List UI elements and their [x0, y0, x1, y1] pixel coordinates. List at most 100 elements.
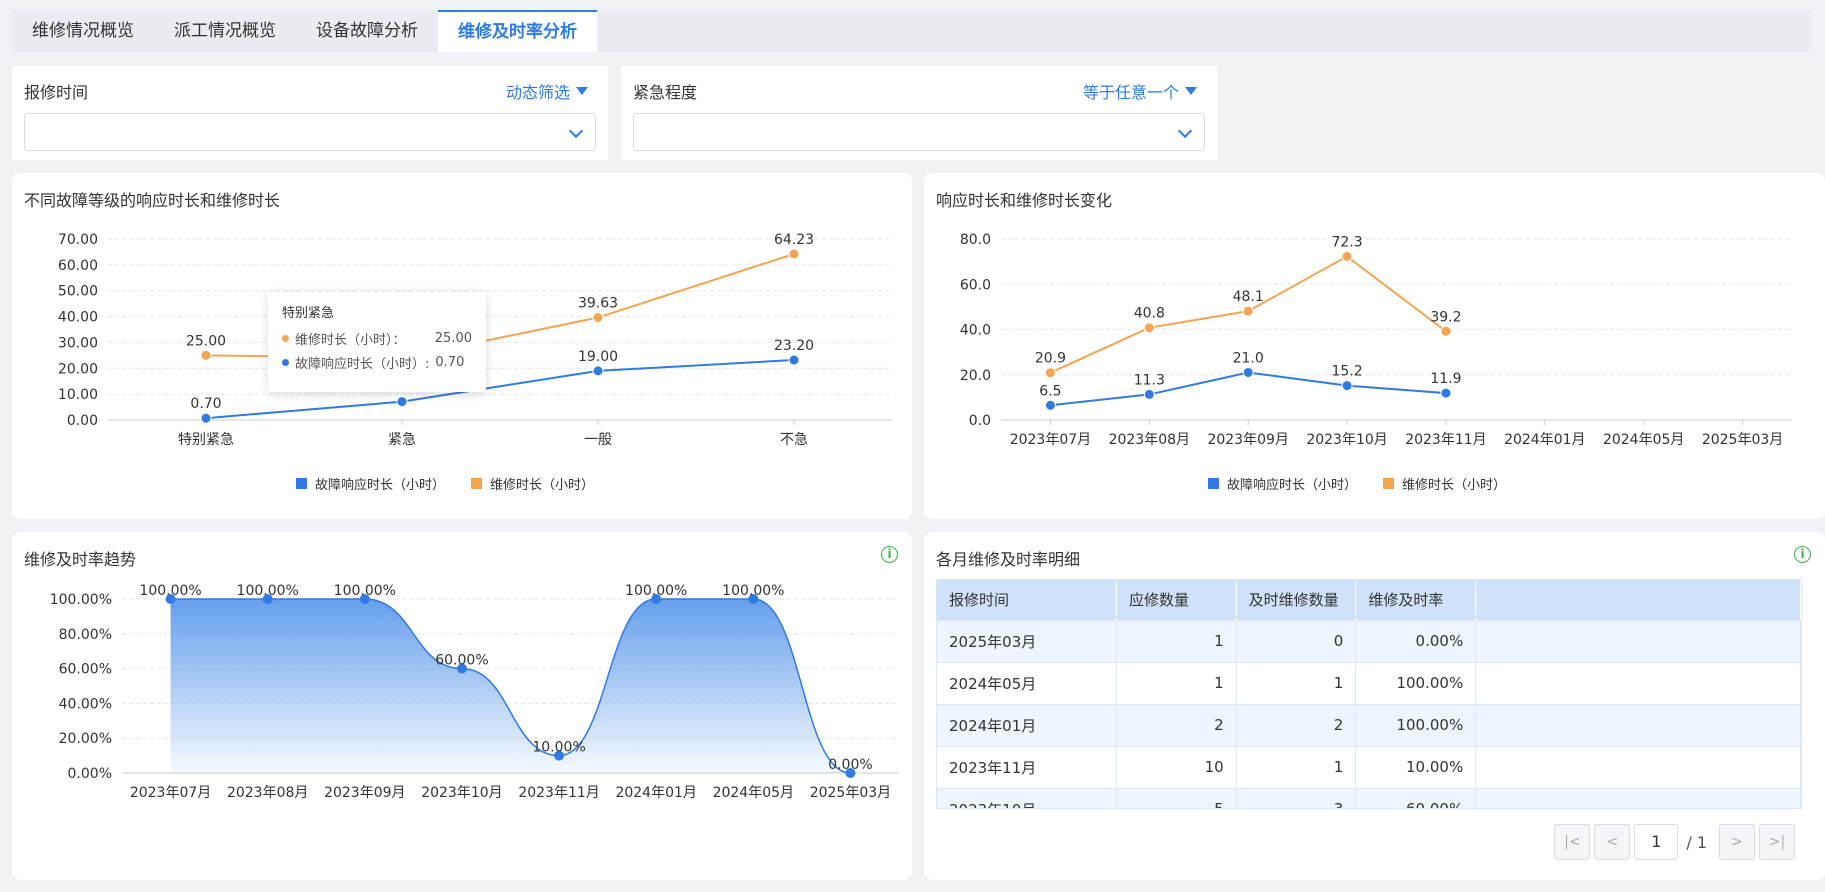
table-row[interactable]: 2023年11月 10 1 10.00%: [937, 745, 1801, 788]
data-point: [1440, 387, 1452, 399]
tab-timeliness-analysis[interactable]: 维修及时率分析: [438, 10, 597, 52]
chevron-down-icon: [568, 123, 584, 139]
chart-by-month: 0.0 20.0 40.0 60.0 80.0 2023年07月 2023年08月 2023年…: [960, 232, 1792, 448]
data-point: [1341, 380, 1353, 392]
data-label: 0.00%: [828, 757, 872, 773]
data-point: [200, 349, 212, 361]
tab-dispatch-overview[interactable]: 派工情况概览: [154, 10, 296, 52]
filter-label: 报修时间: [24, 83, 89, 102]
table-cell: 1: [1116, 661, 1237, 704]
table-cell: 0.00%: [1355, 619, 1477, 662]
y-tick-label: 40.0: [960, 323, 991, 339]
repair-time-select[interactable]: [24, 113, 596, 151]
table-row[interactable]: 2025年03月 1 0 0.00%: [937, 619, 1801, 662]
y-tick-label: 70.00: [58, 232, 98, 248]
x-tick-label: 紧急: [388, 432, 416, 448]
y-tick-label: 60.00: [58, 258, 98, 274]
data-label: 20.9: [1035, 351, 1066, 367]
chart-tooltip: 特别紧急 维修时长（小时）： 25.00 故障响应时长（小时）: 0.70: [268, 292, 486, 392]
filter-urgency: 紧急程度 等于任意一个: [621, 66, 1217, 160]
next-page-button[interactable]: >: [1719, 824, 1755, 860]
data-label: 100.00%: [722, 583, 784, 599]
data-point: [1044, 399, 1056, 411]
table-cell: 2024年01月: [937, 703, 1117, 746]
data-point: [396, 396, 408, 408]
x-tick-label: 不急: [780, 432, 808, 448]
data-label: 48.1: [1233, 289, 1264, 305]
x-tick-label: 2024年01月: [615, 785, 696, 801]
data-label: 40.8: [1134, 306, 1165, 322]
table-cell: 1: [1116, 619, 1237, 662]
pagination: |< < 1 / 1 > >|: [1554, 824, 1795, 860]
tooltip-row: 维修时长（小时）： 25.00: [282, 329, 472, 348]
caret-down-icon: [1185, 87, 1197, 95]
data-point: [1242, 305, 1254, 317]
urgency-select[interactable]: [633, 113, 1205, 151]
x-tick-label: 一般: [584, 432, 612, 448]
data-label: 6.5: [1039, 383, 1061, 399]
data-point: [788, 248, 800, 260]
last-page-button[interactable]: >|: [1759, 824, 1795, 860]
tab-fault-analysis[interactable]: 设备故障分析: [296, 10, 438, 52]
chart-timeliness-trend: 0.00% 20.00% 40.00% 60.00% 80.00% 100.00% 2023…: [50, 583, 899, 801]
y-tick-label: 80.0: [960, 232, 991, 248]
detail-table-wrapper[interactable]: 报修时间 应修数量 及时维修数量 维修及时率 2025年03月 1 0 0.00% 20…: [936, 579, 1802, 809]
legend-item[interactable]: 维修时长（小时）: [1383, 474, 1506, 493]
filter-repair-time: 报修时间 动态筛选: [12, 66, 608, 160]
table-cell: 10.00%: [1355, 745, 1477, 788]
table-cell: 2: [1236, 703, 1357, 746]
x-tick-label: 特别紧急: [178, 432, 234, 448]
prev-page-button[interactable]: <: [1594, 824, 1631, 860]
data-point: [1242, 366, 1254, 378]
y-tick-label: 0.0: [969, 413, 991, 429]
legend-item[interactable]: 维修时长（小时）: [471, 474, 594, 493]
table-cell: 1: [1236, 745, 1357, 788]
table-cell: 10: [1116, 745, 1237, 788]
x-tick-label: 2023年07月: [130, 785, 211, 801]
column-header-empty: [1475, 580, 1801, 620]
data-label: 11.3: [1134, 372, 1165, 388]
data-point: [592, 312, 604, 324]
column-header[interactable]: 维修及时率: [1355, 580, 1477, 620]
page-total: / 1: [1686, 832, 1707, 852]
y-tick-label: 60.0: [960, 277, 991, 293]
filter-mode-dropdown[interactable]: 等于任意一个: [1083, 79, 1197, 103]
table-cell: 100.00%: [1355, 661, 1477, 704]
data-point: [1044, 367, 1056, 379]
table-cell: 5: [1116, 787, 1237, 808]
x-tick-label: 2023年09月: [1207, 432, 1288, 448]
x-tick-label: 2024年05月: [1603, 432, 1684, 448]
table-cell-empty: [1475, 661, 1801, 704]
x-tick-label: 2023年10月: [1306, 432, 1387, 448]
table-cell: 2: [1116, 703, 1237, 746]
data-label: 60.00%: [435, 653, 488, 669]
data-label: 64.23: [774, 232, 814, 248]
table-cell: 2024年05月: [937, 661, 1117, 704]
tooltip-title: 特别紧急: [282, 306, 335, 321]
column-header[interactable]: 应修数量: [1116, 580, 1237, 620]
legend-item[interactable]: 故障响应时长（小时）: [296, 474, 445, 493]
column-header[interactable]: 及时维修数量: [1236, 580, 1357, 620]
data-label: 25.00: [186, 333, 226, 349]
table-cell: 1: [1236, 661, 1357, 704]
area-fill: [170, 599, 851, 773]
table-cell: 60.00%: [1355, 787, 1477, 808]
y-tick-label: 40.00: [58, 310, 98, 326]
first-page-button[interactable]: |<: [1554, 824, 1591, 860]
table-row[interactable]: 2024年05月 1 1 100.00%: [937, 661, 1801, 704]
y-tick-label: 20.00%: [59, 731, 112, 747]
data-label: 15.2: [1331, 364, 1362, 380]
filter-mode-dropdown[interactable]: 动态筛选: [506, 79, 588, 103]
info-icon[interactable]: i: [1794, 546, 1811, 563]
table-row[interactable]: 2024年01月 2 2 100.00%: [937, 703, 1801, 746]
y-tick-label: 40.00%: [59, 696, 112, 712]
chart-legend: 故障响应时长（小时） 维修时长（小时）: [296, 474, 594, 493]
legend-item[interactable]: 故障响应时长（小时）: [1208, 474, 1357, 493]
table-row[interactable]: 2023年10月5360.00%: [937, 787, 1801, 808]
tab-repair-overview[interactable]: 维修情况概览: [12, 10, 154, 52]
x-tick-label: 2023年10月: [421, 785, 502, 801]
legend-swatch: [1208, 478, 1219, 489]
page-input[interactable]: 1: [1634, 824, 1679, 860]
column-header[interactable]: 报修时间: [937, 580, 1117, 620]
filter-label: 紧急程度: [633, 83, 698, 102]
